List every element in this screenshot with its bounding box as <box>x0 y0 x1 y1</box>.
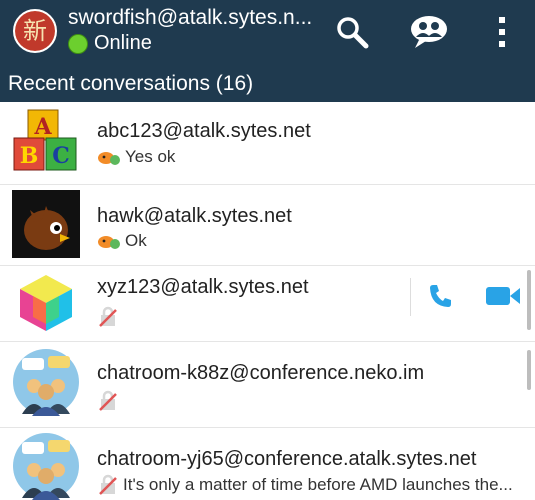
contact-avatar: A B C <box>12 108 80 176</box>
last-message <box>97 306 119 328</box>
svg-text:C: C <box>52 143 70 169</box>
account-name: swordfish@atalk.sytes.n... <box>68 6 313 29</box>
conversation-row[interactable]: xyz123@atalk.sytes.net <box>0 266 535 342</box>
available-presence-icon <box>98 152 120 165</box>
last-message: Ok <box>97 231 147 251</box>
last-message-text: It's only a matter of time before AMD la… <box>123 475 513 494</box>
recent-conversations-header: Recent conversations (16) <box>0 68 535 102</box>
conversation-row[interactable]: A B C abc123@atalk.sytes.net Yes ok <box>0 102 535 185</box>
last-message-text: Yes ok <box>125 147 176 166</box>
contact-avatar <box>12 269 80 337</box>
list-scrollbar[interactable] <box>527 270 531 330</box>
contact-name: hawk@atalk.sytes.net <box>97 205 292 227</box>
unencrypted-lock-icon <box>99 306 117 327</box>
last-message: Yes ok <box>97 147 175 167</box>
phone-icon[interactable] <box>426 282 456 312</box>
search-icon[interactable] <box>332 12 372 52</box>
contact-avatar <box>12 348 80 416</box>
account-status-label: Online <box>94 32 152 54</box>
unencrypted-lock-icon <box>99 474 117 495</box>
contacts-bubble-icon[interactable] <box>409 12 449 52</box>
conversation-row[interactable]: hawk@atalk.sytes.net Ok <box>0 185 535 266</box>
unencrypted-lock-icon <box>99 390 117 411</box>
online-status-icon <box>68 33 88 54</box>
account-status[interactable]: Online <box>68 32 152 55</box>
contact-name: chatroom-yj65@conference.atalk.sytes.net <box>97 448 477 470</box>
conversation-row[interactable]: chatroom-k88z@conference.neko.im <box>0 342 535 428</box>
section-title: Recent conversations (16) <box>8 72 254 95</box>
contact-name: abc123@atalk.sytes.net <box>97 120 311 142</box>
available-presence-icon <box>98 236 120 249</box>
last-message-text: Ok <box>125 231 147 250</box>
svg-text:A: A <box>33 114 52 140</box>
list-scrollbar-segment[interactable] <box>527 350 531 390</box>
last-message <box>97 390 119 412</box>
video-camera-icon[interactable] <box>484 284 524 310</box>
account-avatar[interactable]: 新 <box>13 9 57 53</box>
account-avatar-glyph: 新 <box>23 17 47 45</box>
last-message: It's only a matter of time before AMD la… <box>97 474 513 496</box>
contact-avatar <box>12 432 80 500</box>
contact-avatar <box>12 190 80 258</box>
app-bar: 新 swordfish@atalk.sytes.n... Online <box>0 0 535 68</box>
overflow-menu-icon[interactable] <box>482 12 522 52</box>
contact-name: chatroom-k88z@conference.neko.im <box>97 362 425 384</box>
svg-text:B: B <box>20 143 39 169</box>
action-divider <box>410 278 411 316</box>
contact-name: xyz123@atalk.sytes.net <box>97 276 309 298</box>
conversation-row[interactable]: chatroom-yj65@conference.atalk.sytes.net… <box>0 428 535 500</box>
